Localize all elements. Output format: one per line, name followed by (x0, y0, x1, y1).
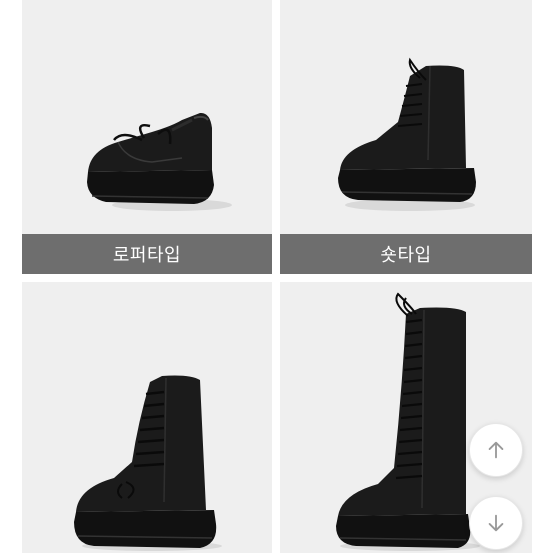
scroll-down-button[interactable] (469, 496, 523, 550)
product-label: 숏타입 (280, 234, 532, 274)
short-boot-image (280, 0, 532, 234)
scroll-up-button[interactable] (469, 423, 523, 477)
mid-boot-image (22, 282, 272, 553)
product-tile-mid-boot[interactable] (22, 282, 272, 553)
product-label: 로퍼타입 (22, 234, 272, 274)
product-tile-short-boot[interactable]: 숏타입 (280, 0, 532, 274)
loafer-shoe-image (22, 0, 272, 234)
product-tile-loafer[interactable]: 로퍼타입 (22, 0, 272, 274)
arrow-down-icon (488, 514, 504, 532)
arrow-up-icon (488, 441, 504, 459)
